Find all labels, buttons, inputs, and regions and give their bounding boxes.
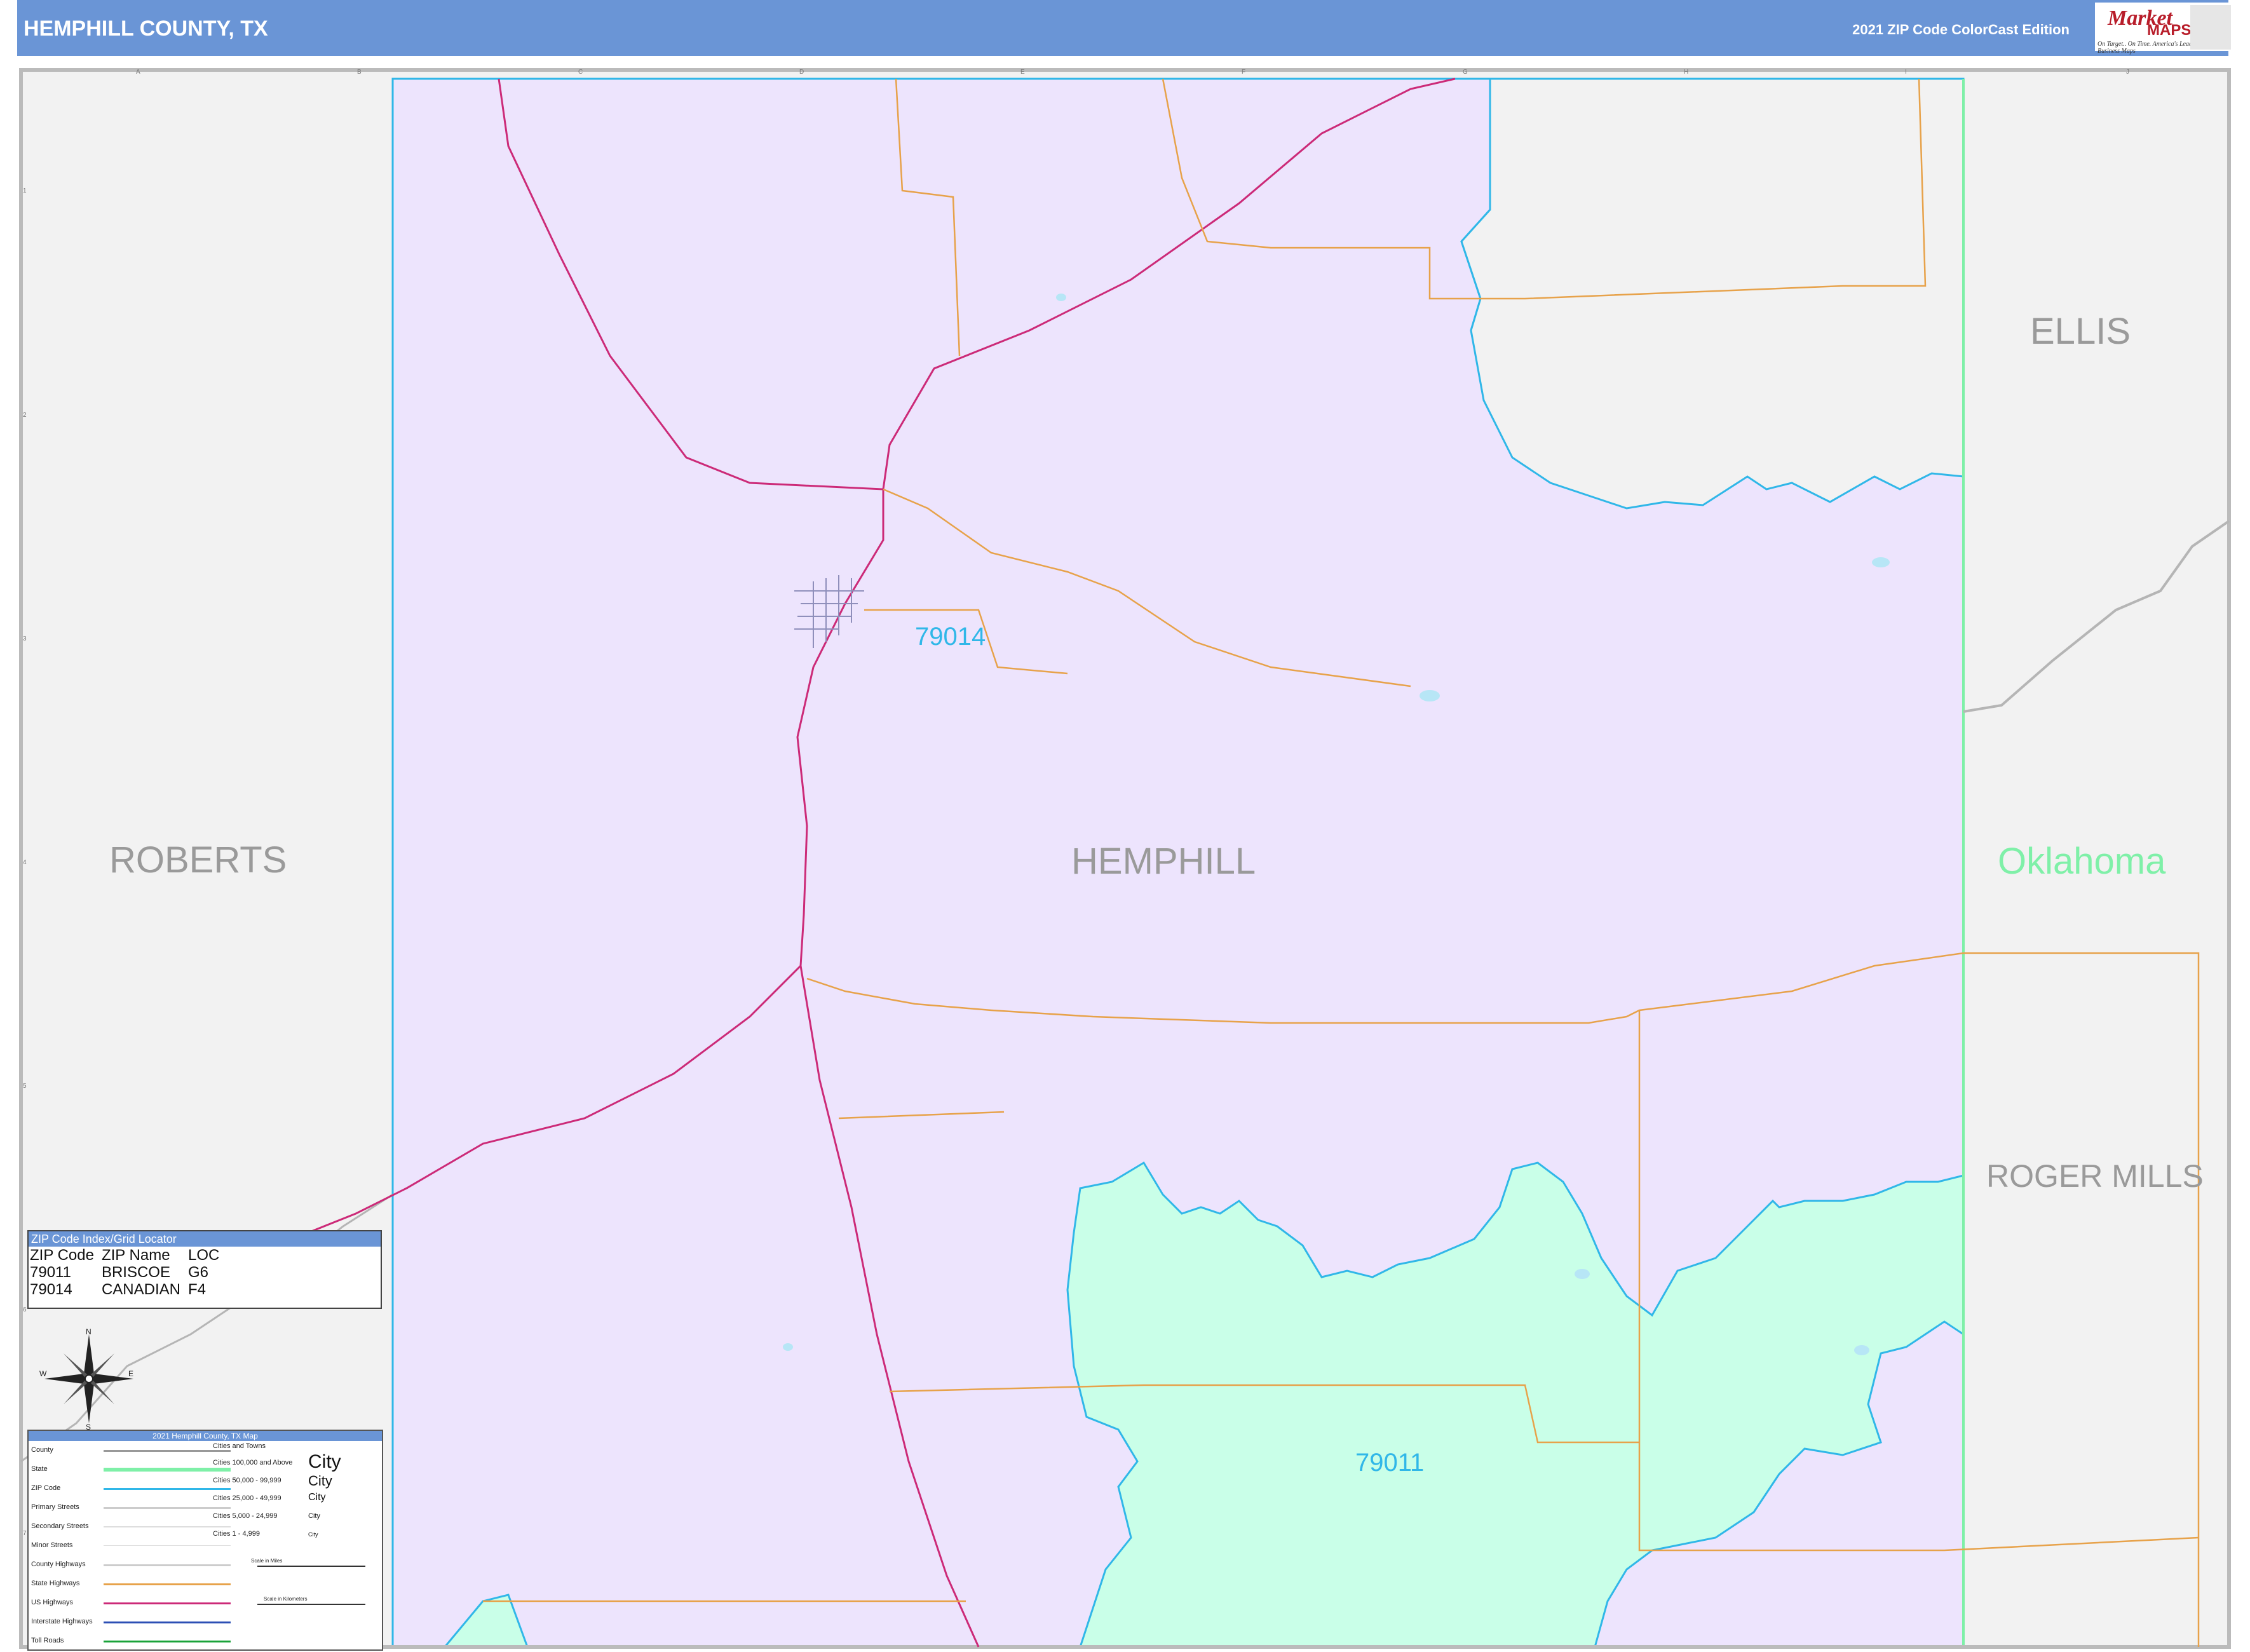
outside-area-northeast xyxy=(1460,78,1965,510)
legend-item-primary: Primary Streets xyxy=(31,1503,79,1511)
legend-sym-county xyxy=(104,1450,231,1452)
legend-item-secondary: Secondary Streets xyxy=(31,1522,89,1530)
legend-item-toll: Toll Roads xyxy=(31,1637,64,1644)
compass-e: E xyxy=(128,1369,133,1378)
legend-title: 2021 Hemphill County, TX Map xyxy=(29,1431,382,1441)
zip-index-col-loc: LOC xyxy=(187,1247,220,1264)
legend-sym-minor xyxy=(104,1545,231,1546)
compass-w: W xyxy=(39,1369,47,1378)
legend-item-us-hwy: US Highways xyxy=(31,1599,74,1606)
legend-scale-bar-miles xyxy=(257,1566,365,1567)
legend-sym-state xyxy=(104,1468,231,1472)
map-legend: 2021 Hemphill County, TX Map County Stat… xyxy=(27,1430,383,1651)
grid-row-7: 7 xyxy=(23,1530,27,1537)
grid-col-d: D xyxy=(799,69,804,76)
legend-city-size-2: Cities 50,000 - 99,999 xyxy=(213,1477,281,1484)
zip-code-cell: 79014 xyxy=(30,1281,72,1298)
table-row: 79011 BRISCOE G6 xyxy=(30,1264,227,1281)
grid-col-g: G xyxy=(1463,69,1468,76)
grid-row-3: 3 xyxy=(23,635,27,642)
compass-n: N xyxy=(86,1328,91,1336)
grid-col-a: A xyxy=(136,69,140,76)
grid-row-6: 6 xyxy=(23,1306,27,1313)
legend-sym-primary xyxy=(104,1507,231,1509)
legend-item-zip: ZIP Code xyxy=(31,1484,61,1492)
county-label-roberts: ROBERTS xyxy=(109,839,287,881)
grid-col-f: F xyxy=(1242,69,1246,76)
grid-col-b: B xyxy=(357,69,362,76)
compass-rose-icon: N S E W xyxy=(39,1328,133,1430)
grid-col-e: E xyxy=(1020,69,1025,76)
legend-city-sample-4: City xyxy=(308,1512,320,1520)
compass-s: S xyxy=(86,1423,91,1430)
zip-code-cell: 79011 xyxy=(30,1264,71,1281)
legend-sym-state-hwy xyxy=(104,1583,231,1585)
grid-col-h: H xyxy=(1684,69,1689,76)
grid-row-4: 4 xyxy=(23,859,27,866)
legend-scale-km: Scale in Kilometers xyxy=(264,1596,308,1602)
legend-city-size-5: Cities 1 - 4,999 xyxy=(213,1530,260,1538)
legend-item-county-hwy: County Highways xyxy=(31,1561,86,1568)
legend-item-county: County xyxy=(31,1446,53,1454)
zip-index-col-zip: ZIP Code xyxy=(30,1247,94,1264)
zip-loc-cell: G6 xyxy=(187,1264,208,1281)
zip-name-cell: CANADIAN xyxy=(101,1281,180,1298)
legend-city-size-4: Cities 5,000 - 24,999 xyxy=(213,1512,278,1520)
state-label-oklahoma: Oklahoma xyxy=(1998,841,2166,882)
legend-city-size-1: Cities 100,000 and Above xyxy=(213,1459,293,1466)
zip-index-header-row: ZIP Code ZIP Name LOC xyxy=(30,1247,227,1264)
zip-name-cell: BRISCOE xyxy=(101,1264,170,1281)
legend-item-interstate: Interstate Highways xyxy=(31,1618,93,1625)
legend-city-sample-5: City xyxy=(308,1531,318,1538)
legend-sym-zip xyxy=(104,1488,231,1490)
legend-cities-title: Cities and Towns xyxy=(213,1442,266,1450)
legend-item-state: State xyxy=(31,1465,48,1473)
county-map[interactable] xyxy=(0,0,2250,1652)
zip-index-table: ZIP Code ZIP Name LOC 79011 BRISCOE G6 7… xyxy=(30,1247,227,1298)
table-row: 79014 CANADIAN F4 xyxy=(30,1281,227,1298)
legend-scale-bar-km xyxy=(257,1604,365,1605)
zip-label-79011[interactable]: 79011 xyxy=(1355,1449,1424,1477)
grid-row-2: 2 xyxy=(23,412,27,419)
county-label-roger-mills: ROGER MILLS xyxy=(1986,1158,2204,1194)
legend-item-minor: Minor Streets xyxy=(31,1541,73,1549)
legend-scale-miles: Scale in Miles xyxy=(251,1558,283,1564)
county-label-ellis: ELLIS xyxy=(2030,311,2131,352)
legend-item-state-hwy: State Highways xyxy=(31,1580,80,1587)
legend-city-sample-2: City xyxy=(308,1473,332,1489)
county-label-hemphill: HEMPHILL xyxy=(1071,841,1256,882)
zip-index-col-name: ZIP Name xyxy=(101,1247,170,1264)
zip-loc-cell: F4 xyxy=(187,1281,206,1298)
grid-col-j: J xyxy=(2126,69,2129,76)
grid-row-5: 5 xyxy=(23,1083,27,1090)
zip-index-title: ZIP Code Index/Grid Locator xyxy=(29,1231,381,1247)
zip-code-index: ZIP Code Index/Grid Locator ZIP Code ZIP… xyxy=(27,1230,382,1309)
legend-sym-us-hwy xyxy=(104,1602,231,1604)
legend-city-sample-3: City xyxy=(308,1492,326,1503)
legend-sym-toll xyxy=(104,1641,231,1642)
legend-sym-interstate xyxy=(104,1622,231,1623)
legend-city-size-3: Cities 25,000 - 49,999 xyxy=(213,1494,281,1502)
grid-col-i: I xyxy=(1905,69,1907,76)
grid-row-1: 1 xyxy=(23,187,27,194)
legend-sym-secondary xyxy=(104,1526,231,1527)
legend-sym-county-hwy xyxy=(104,1564,231,1566)
grid-col-c: C xyxy=(578,69,583,76)
legend-city-sample-1: City xyxy=(308,1451,341,1472)
zip-label-79014[interactable]: 79014 xyxy=(915,623,986,651)
